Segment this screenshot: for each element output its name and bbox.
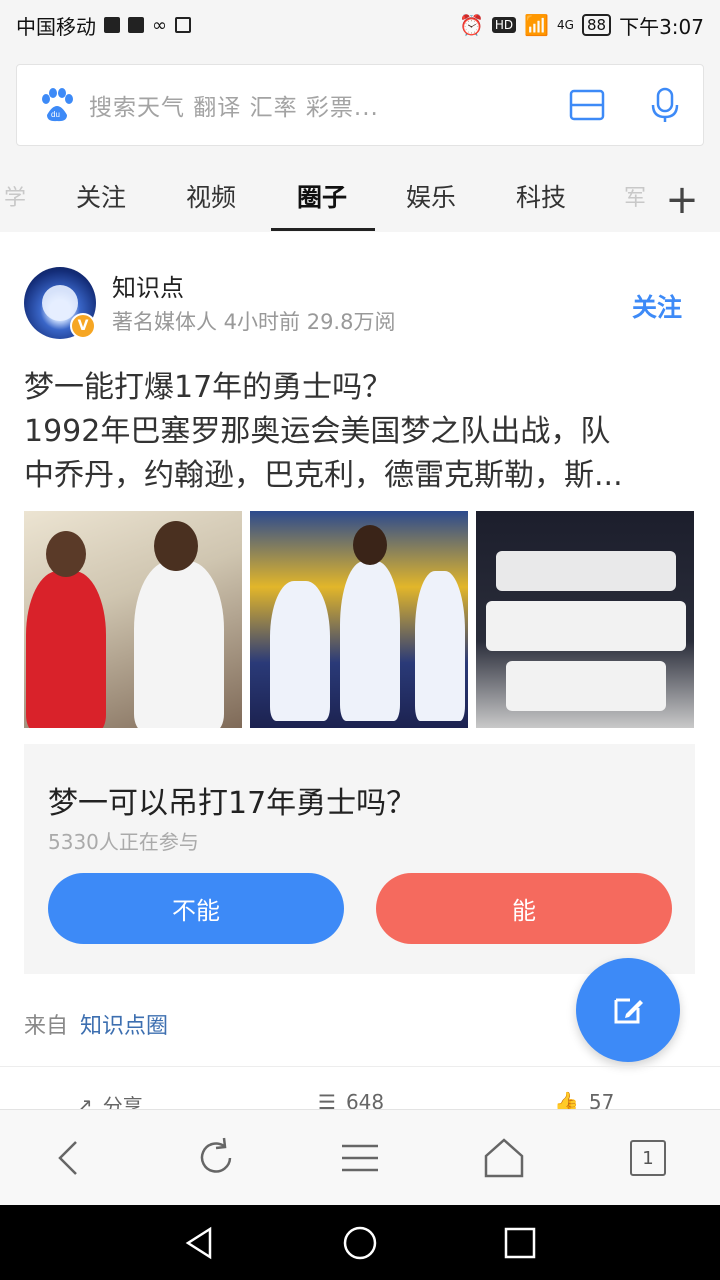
share-icon: ↗ — [76, 1092, 93, 1111]
notification-icon — [104, 17, 120, 33]
author-meta: 著名媒体人 4小时前 29.8万阅 — [112, 310, 396, 334]
home-button[interactable] — [480, 1134, 528, 1182]
post-text[interactable]: 梦一能打爆17年的勇士吗？ 1992年巴塞罗那奥运会美国梦之队出战，队 中乔丹，… — [24, 366, 700, 498]
top-area: du 搜索天气 翻译 汇率 彩票... 学 关注 视频 圈子 娱乐 科技 军 + — [0, 50, 720, 232]
microphone-icon[interactable] — [645, 85, 685, 125]
menu-button[interactable] — [336, 1134, 384, 1182]
system-back-icon[interactable] — [180, 1223, 220, 1263]
search-box[interactable]: du 搜索天气 翻译 汇率 彩票... — [16, 64, 704, 146]
tabs-button[interactable]: 1 — [624, 1134, 672, 1182]
hd-icon: HD — [491, 17, 517, 33]
add-channel-button[interactable]: + — [662, 168, 702, 232]
svg-text:du: du — [51, 110, 60, 119]
baidu-paw-icon: du — [37, 85, 77, 125]
like-count: 57 — [588, 1090, 615, 1110]
refresh-button[interactable] — [192, 1134, 240, 1182]
status-bar: 中国移动 ∞ ⏰ HD 📶 4G 88 下午3:07 — [0, 0, 720, 50]
battery-icon: 88 — [581, 14, 612, 36]
share-button[interactable]: ↗ 分享 — [76, 1090, 143, 1111]
scan-icon[interactable] — [567, 85, 607, 125]
source-row: 来自 知识点圈 — [24, 1008, 168, 1040]
search-input[interactable]: 搜索天气 翻译 汇率 彩票... — [89, 88, 379, 122]
poll-option-no-button[interactable]: 不能 — [48, 873, 344, 944]
post-title-line: 梦一能打爆17年的勇士吗？ — [24, 370, 393, 405]
compose-button[interactable] — [576, 958, 680, 1062]
post-images — [24, 511, 694, 728]
tab-count-box: 1 — [630, 1140, 666, 1176]
post-image-1[interactable] — [24, 511, 242, 728]
tab-circle[interactable]: 圈子 — [297, 178, 347, 214]
verified-badge-icon: V — [70, 313, 96, 339]
tab-follow[interactable]: 关注 — [76, 178, 126, 214]
system-nav-bar — [0, 1205, 720, 1280]
sim-icon — [175, 17, 191, 33]
tab-tech[interactable]: 科技 — [516, 178, 566, 214]
tab-video[interactable]: 视频 — [186, 178, 236, 214]
comment-button[interactable]: ☰ 648 — [318, 1090, 384, 1110]
link-icon: ∞ — [152, 14, 167, 36]
wifi-icon: 📶 — [524, 13, 550, 37]
thumbs-up-icon: 👍 — [554, 1090, 579, 1110]
status-time: 下午3:07 — [619, 14, 704, 39]
active-tab-indicator — [271, 228, 375, 231]
system-home-icon[interactable] — [340, 1223, 380, 1263]
comment-icon: ☰ — [318, 1090, 336, 1110]
back-button[interactable] — [46, 1134, 94, 1182]
system-recent-apps-icon[interactable] — [500, 1223, 540, 1263]
edit-icon — [606, 988, 650, 1032]
tab-entertainment[interactable]: 娱乐 — [406, 178, 456, 214]
avatar-moon — [42, 285, 78, 321]
post-body-line: 1992年巴塞罗那奥运会美国梦之队出战，队 — [24, 414, 611, 449]
poll-card: 梦一可以吊打17年勇士吗？ 5330人正在参与 不能 能 — [24, 744, 695, 974]
browser-bottom-nav: 1 — [0, 1109, 720, 1205]
carrier-text: 中国移动 — [16, 14, 96, 39]
post-action-row: ↗ 分享 ☰ 648 👍 57 — [0, 1080, 720, 1110]
tab-partial-left[interactable]: 学 — [4, 180, 26, 212]
share-label: 分享 — [102, 1094, 143, 1110]
comment-count: 648 — [345, 1090, 385, 1110]
follow-button[interactable]: 关注 — [632, 288, 682, 324]
tab-partial-right[interactable]: 军 — [624, 180, 646, 212]
activity-icon — [128, 17, 144, 33]
divider — [0, 1066, 720, 1067]
author-name[interactable]: 知识点 — [112, 268, 184, 303]
post-body-line: 中乔丹，约翰逊，巴克利，德雷克斯勒，斯... — [24, 458, 623, 493]
alarm-icon: ⏰ — [458, 13, 484, 37]
poll-option-yes-button[interactable]: 能 — [376, 873, 672, 944]
post-image-2[interactable] — [250, 511, 468, 728]
circle-link[interactable]: 知识点圈 — [80, 1008, 168, 1040]
from-label: 来自 — [24, 1014, 69, 1039]
poll-participants: 5330人正在参与 — [48, 830, 199, 854]
tab-count: 1 — [642, 1147, 654, 1169]
post-image-3[interactable] — [476, 511, 694, 728]
author-avatar[interactable]: V — [24, 267, 96, 339]
poll-question: 梦一可以吊打17年勇士吗？ — [48, 786, 417, 821]
like-button[interactable]: 👍 57 — [554, 1090, 614, 1110]
network-type: 4G — [557, 18, 574, 32]
channel-tabs: 学 关注 视频 圈子 娱乐 科技 军 + — [0, 168, 720, 232]
